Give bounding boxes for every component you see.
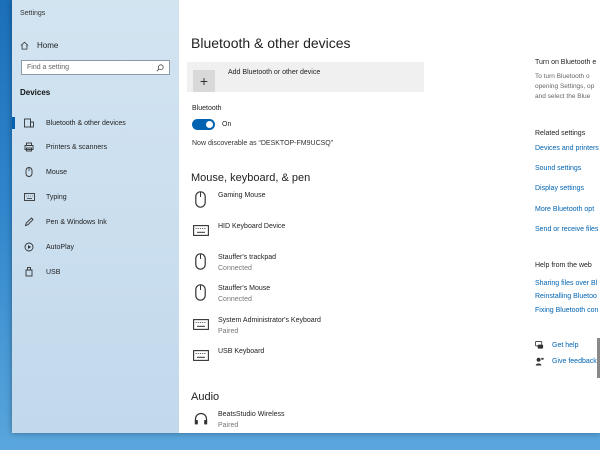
sidebar-item-printers[interactable]: Printers & scanners [12,139,179,155]
device-status: Paired [218,328,239,335]
sidebar-item-label: Pen & Windows Ink [46,218,107,226]
sidebar-item-autoplay[interactable]: AutoPlay [12,239,179,255]
device-item[interactable]: HID Keyboard Device [192,220,285,244]
pen-icon [22,217,36,227]
device-item[interactable]: Stauffer's trackpad Connected [192,251,276,275]
device-name: System Administrator's Keyboard [218,317,321,324]
mouse-icon [192,251,209,271]
sidebar-item-label: Typing [46,193,67,201]
link-sharing-files[interactable]: Sharing files over Bl [535,280,597,287]
printer-icon [22,142,36,152]
swift-pair-desc-line: and select the Blue [535,93,591,100]
sidebar-item-usb[interactable]: USB [12,264,179,280]
mouse-icon [22,167,36,177]
device-name: USB Keyboard [218,348,265,355]
search-icon[interactable] [156,63,164,72]
give-feedback-label: Give feedback [552,358,597,365]
mouse-icon [192,282,209,302]
mouse-icon [192,189,209,209]
keyboard-icon [192,314,209,334]
search-placeholder: Find a setting [27,64,70,71]
device-status: Paired [218,422,239,429]
autoplay-icon [22,242,36,252]
usb-icon [22,267,36,277]
help-from-web-title: Help from the web [535,262,592,269]
get-help-label: Get help [552,342,579,349]
swift-pair-title: Turn on Bluetooth e [535,59,597,66]
right-panel: Turn on Bluetooth e To turn Bluetooth o … [535,0,600,433]
home-label: Home [37,40,59,50]
link-send-receive-files[interactable]: Send or receive files [535,226,598,233]
keyboard-icon [192,220,209,240]
sidebar-item-typing[interactable]: Typing [12,189,179,205]
link-display-settings[interactable]: Display settings [535,185,584,192]
headphones-icon [192,408,209,428]
device-item[interactable]: System Administrator's Keyboard Paired [192,314,321,338]
get-help-link[interactable]: Get help [535,341,578,350]
device-name: BeatsStudio Wireless [218,411,285,418]
sidebar-item-label: Bluetooth & other devices [46,119,126,127]
sidebar-item-label: AutoPlay [46,243,75,251]
plus-icon: + [193,70,215,92]
section-heading-mkp: Mouse, keyboard, & pen [191,172,311,184]
toggle-state: On [222,121,232,128]
swift-pair-desc-line: opening Settings, op [535,83,595,90]
sidebar: Settings Home Find a setting Devices Blu… [12,0,179,433]
section-heading-audio: Audio [191,391,220,403]
link-reinstalling-bluetooth[interactable]: Reinstalling Bluetoo [535,293,597,300]
sidebar-item-label: Mouse [46,168,68,176]
sidebar-item-label: USB [46,268,61,276]
chat-help-icon [535,341,544,349]
link-fixing-bluetooth[interactable]: Fixing Bluetooth con [535,307,598,314]
settings-window: Settings Home Find a setting Devices Blu… [12,0,600,433]
sidebar-item-pen[interactable]: Pen & Windows Ink [12,214,179,230]
sidebar-section-devices: Devices [20,88,51,97]
link-more-bluetooth[interactable]: More Bluetooth opt [535,206,594,213]
add-device-button[interactable]: + Add Bluetooth or other device [187,62,424,92]
device-item[interactable]: BeatsStudio Wireless Paired [192,408,285,432]
keyboard-icon [192,345,209,365]
device-name: Gaming Mouse [218,192,266,199]
sidebar-home[interactable]: Home [20,39,58,51]
device-name: Stauffer's trackpad [218,254,277,261]
bluetooth-toggle[interactable] [192,119,215,130]
link-devices-printers[interactable]: Devices and printers [535,145,599,152]
bluetooth-devices-icon [22,118,36,128]
device-item[interactable]: Stauffer's Mouse Connected [192,282,270,306]
give-feedback-link[interactable]: Give feedback [535,357,597,366]
page-title: Bluetooth & other devices [191,35,351,51]
main-content: Bluetooth & other devices + Add Bluetoot… [179,0,600,433]
search-input[interactable]: Find a setting [21,60,170,75]
bluetooth-label: Bluetooth [192,105,222,112]
sidebar-item-label: Printers & scanners [46,143,108,151]
home-icon [20,41,29,50]
sidebar-item-mouse[interactable]: Mouse [12,164,179,180]
discoverable-text: Now discoverable as “DESKTOP-FM9UCSQ” [192,140,334,147]
device-item[interactable]: USB Keyboard [192,345,264,369]
link-sound-settings[interactable]: Sound settings [535,165,581,172]
device-item[interactable]: Gaming Mouse [192,189,265,213]
device-name: Stauffer's Mouse [218,285,271,292]
app-title: Settings [20,10,46,17]
sidebar-item-bluetooth[interactable]: Bluetooth & other devices [12,115,179,131]
feedback-icon [535,357,544,366]
device-status: Connected [218,265,252,272]
device-status: Connected [218,296,252,303]
device-name: HID Keyboard Device [218,223,286,230]
add-device-label: Add Bluetooth or other device [228,69,321,76]
swift-pair-desc-line: To turn Bluetooth o [535,73,590,80]
related-settings-title: Related settings [535,130,586,137]
keyboard-icon [22,193,36,201]
